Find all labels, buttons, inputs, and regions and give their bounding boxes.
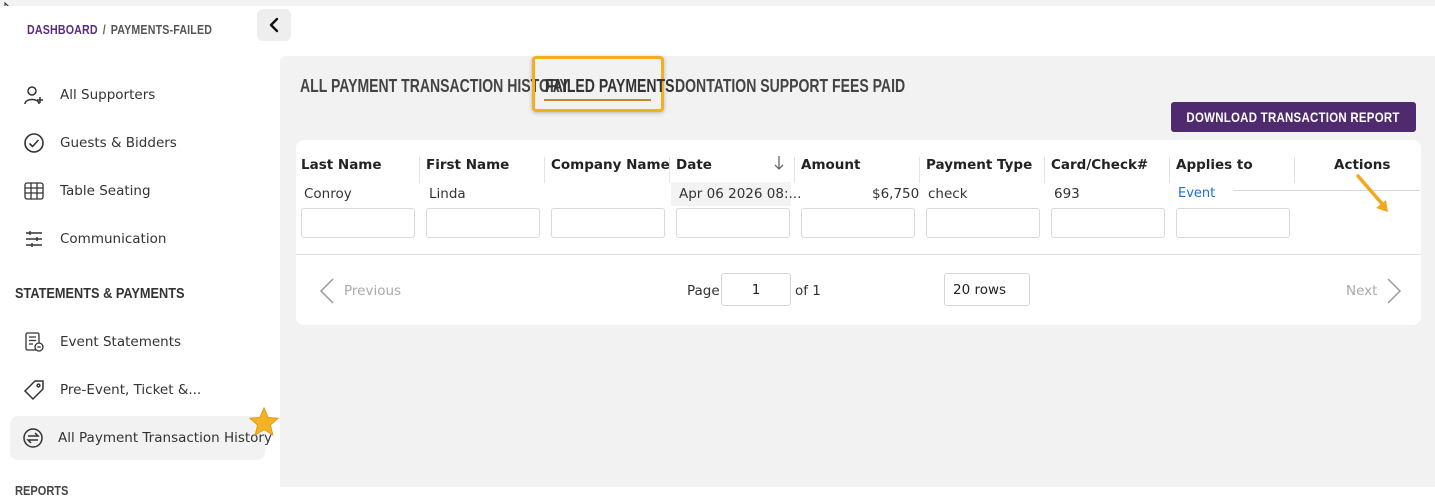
tab-failed-payments[interactable]: FAILED PAYMENTS — [545, 76, 675, 97]
breadcrumb-current: PAYMENTS-FAILED — [110, 22, 213, 37]
sliders-icon — [22, 227, 46, 251]
sidebar-item-label: Table Seating — [60, 183, 151, 199]
rows-per-page-select[interactable]: 20 rows — [944, 273, 1030, 306]
column-separator — [669, 157, 670, 183]
collapse-sidebar-button[interactable] — [257, 9, 291, 41]
sidebar-item-event-statements[interactable]: Event Statements — [10, 320, 265, 364]
sidebar-item-label: Guests & Bidders — [60, 135, 177, 151]
sidebar-item-guests-bidders[interactable]: Guests & Bidders — [10, 121, 265, 165]
applies-to-event-link[interactable]: Event — [1178, 186, 1215, 201]
sidebar-item-label: Event Statements — [60, 334, 182, 350]
cell-card-check: 693 — [1054, 186, 1080, 202]
previous-label: Previous — [344, 283, 402, 299]
cell-last-name: Conroy — [304, 186, 352, 202]
breadcrumb-separator: / — [102, 22, 106, 37]
cell-amount: $6,750 — [872, 186, 920, 202]
cell-date: Apr 06 2026 08:... — [679, 186, 802, 202]
chevron-left-icon — [269, 17, 279, 33]
sidebar-item-label: All Supporters — [60, 87, 156, 103]
star-annotation-icon — [248, 406, 280, 437]
filter-amount-input[interactable] — [801, 208, 915, 238]
sidebar-item-communication[interactable]: Communication — [10, 217, 265, 261]
chevron-left-icon — [319, 278, 334, 304]
page-label: Page — [687, 283, 720, 299]
page-total-label: of 1 — [795, 283, 821, 299]
sidebar-item-all-supporters[interactable]: All Supporters — [10, 73, 265, 117]
transactions-table-card: Last Name First Name Company Name Date A… — [296, 140, 1421, 325]
chevron-right-icon — [1387, 278, 1402, 304]
main-panel: ALL PAYMENT TRANSACTION HISTORY FAILED P… — [280, 56, 1435, 487]
column-separator — [544, 157, 545, 183]
rows-per-page-value: 20 rows — [953, 281, 1007, 298]
table-row[interactable]: Conroy Linda Apr 06 2026 08:... $6,750 c… — [296, 182, 1416, 206]
pagination-divider — [296, 254, 1421, 255]
column-separator — [419, 157, 420, 183]
sidebar-item-label: All Payment Transaction History — [58, 430, 272, 446]
filter-payment-type-input[interactable] — [926, 208, 1040, 238]
filter-card-check-input[interactable] — [1051, 208, 1165, 238]
next-page-button[interactable]: Next — [1346, 277, 1403, 305]
exchange-icon — [22, 426, 44, 450]
active-tab-underline — [544, 99, 651, 101]
tab-all-payment-history[interactable]: ALL PAYMENT TRANSACTION HISTORY — [300, 76, 569, 97]
page-number-input[interactable] — [721, 273, 791, 306]
column-separator — [1169, 157, 1170, 183]
previous-page-button[interactable]: Previous — [318, 277, 401, 305]
column-separator — [1044, 157, 1045, 183]
cell-first-name: Linda — [429, 186, 466, 202]
check-circle-icon — [22, 131, 46, 155]
sidebar: DASHBOARD / PAYMENTS-FAILED All Supporters… — [0, 6, 280, 498]
filter-date-input[interactable] — [676, 208, 790, 238]
breadcrumb-dashboard[interactable]: DASHBOARD — [27, 22, 98, 37]
sidebar-item-pre-event-ticket[interactable]: Pre-Event, Ticket &... — [10, 368, 265, 412]
next-label: Next — [1346, 283, 1378, 299]
tab-donation-support-fees[interactable]: DONTATION SUPPORT FEES PAID — [675, 76, 905, 97]
statement-icon — [22, 330, 46, 354]
sidebar-item-all-payment-history[interactable]: All Payment Transaction History — [10, 416, 272, 460]
column-separator — [919, 157, 920, 183]
breadcrumb: DASHBOARD / PAYMENTS-FAILED — [27, 22, 212, 37]
sidebar-item-label: Communication — [60, 231, 167, 247]
arrow-annotation-icon — [1346, 90, 1396, 140]
user-plus-icon — [22, 83, 46, 107]
filter-last-name-input[interactable] — [301, 208, 415, 238]
filter-applies-to-input[interactable] — [1176, 208, 1290, 238]
filter-first-name-input[interactable] — [426, 208, 540, 238]
filter-company-input[interactable] — [551, 208, 665, 238]
section-title-statements: STATEMENTS & PAYMENTS — [15, 285, 185, 302]
tag-icon — [22, 378, 46, 402]
sidebar-item-label: Pre-Event, Ticket &... — [60, 382, 202, 398]
arrow-annotation-icon — [1356, 174, 1388, 212]
cell-payment-type: check — [928, 186, 968, 202]
column-separator — [1294, 157, 1295, 183]
sidebar-item-table-seating[interactable]: Table Seating — [10, 169, 265, 213]
section-title-reports: REPORTS — [15, 483, 69, 498]
sort-down-arrow-icon[interactable] — [773, 154, 785, 172]
table-grid-icon — [22, 179, 46, 203]
table-header: Last Name First Name Company Name Date A… — [301, 148, 1421, 183]
column-separator — [794, 157, 795, 183]
